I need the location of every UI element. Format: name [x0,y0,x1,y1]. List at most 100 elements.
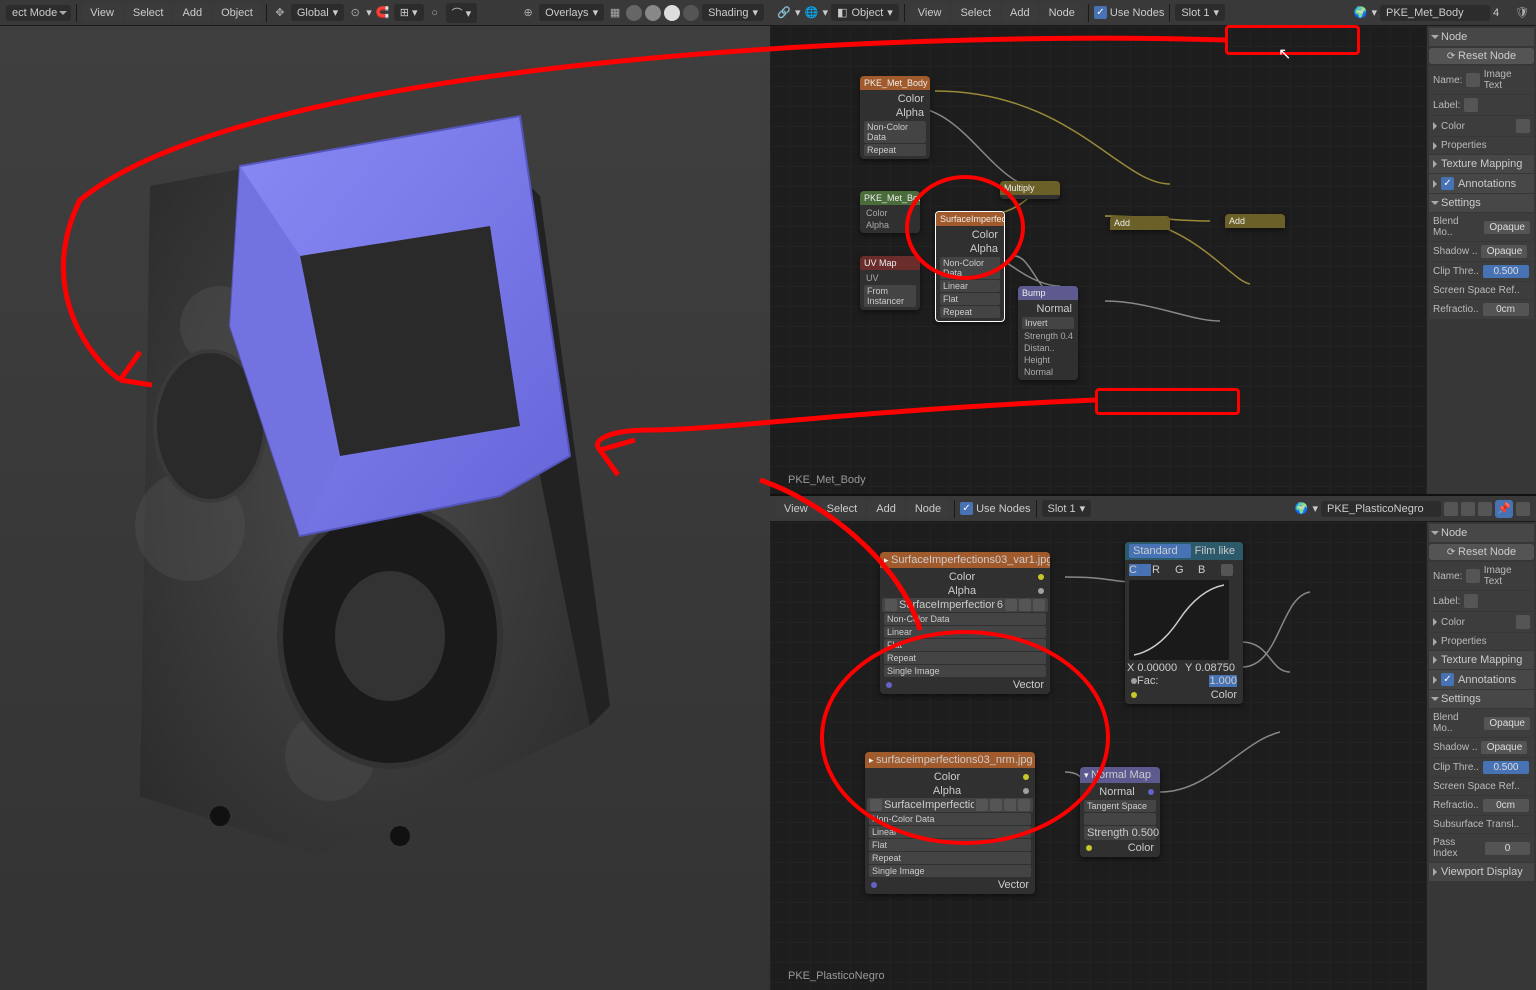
node-graph-bottom[interactable]: ▸ SurfaceImperfections03_var1.jpg Color … [770,522,1536,990]
node-add[interactable]: Add [1110,216,1170,230]
label-icon[interactable] [1464,98,1478,112]
slot-dropdown-2[interactable]: Slot 1 ▾ [1042,500,1092,517]
new-icon[interactable] [1444,502,1458,516]
gizmo-icon[interactable]: ⊕ [520,5,536,21]
use-nodes-check[interactable] [1094,6,1107,19]
slot-dropdown[interactable]: Slot 1 ▾ [1175,4,1225,21]
unlink-icon[interactable] [1018,799,1030,811]
ch-r[interactable]: R [1152,564,1174,576]
shading-dropdown[interactable]: Shading ▾ [702,4,764,21]
pin-icon[interactable]: 📌 [1495,500,1513,518]
node-imgtex-body[interactable]: PKE_Met_Body Color Alpha Non-Color Data … [860,76,930,159]
proportional-dropdown[interactable]: ⌒ ▾ [446,3,478,23]
list-icon[interactable] [1516,119,1530,133]
node-imgtex-small[interactable]: PKE_Met_Body ColorAlpha [860,191,920,233]
menu-add[interactable]: Add [174,4,210,22]
overlays-dropdown[interactable]: Overlays ▾ [539,4,604,21]
material-name-2[interactable]: PKE_PlasticoNegro [1321,501,1441,517]
viewport-3d[interactable] [0,26,770,990]
interp-dropdown[interactable]: Linear [884,626,1046,638]
sect-node[interactable]: Node [1441,31,1467,43]
node-add2[interactable]: Add [1225,214,1285,228]
sect-color[interactable]: Color [1441,121,1465,132]
ne2-select[interactable]: Select [819,500,866,518]
use-nodes-check-2[interactable] [960,502,973,515]
orientation-dropdown[interactable]: Global ▾ [291,4,344,21]
extension-dropdown[interactable]: Repeat [884,652,1046,664]
snap-dropdown[interactable]: ⊞ ▾ [394,4,424,21]
unlink-icon[interactable] [1033,599,1045,611]
open-icon[interactable] [990,799,1002,811]
shading-lookdev-icon[interactable] [664,5,680,21]
menu-view[interactable]: View [82,4,122,22]
ne-view[interactable]: View [910,4,950,22]
node-normal-map[interactable]: ▾ Normal Map Normal Tangent Space Streng… [1080,767,1160,857]
folder-icon[interactable] [1019,599,1031,611]
sect-properties[interactable]: Properties [1441,140,1487,151]
editor-type-icon[interactable]: 🔗 [776,5,792,21]
world-icon-2[interactable]: 🌍 [1293,501,1309,517]
clip-threshold[interactable]: 0.500 [1483,265,1529,278]
sect-settings[interactable]: Settings [1441,197,1481,209]
node-uvmap[interactable]: UV Map UVFrom Instancer [860,256,920,310]
reset-node-button-2[interactable]: ⟳ Reset Node [1429,544,1534,560]
source-dropdown[interactable]: Single Image [884,665,1046,677]
shield-icon[interactable]: 🛡 [1514,5,1530,21]
xray-icon[interactable]: ▦ [607,5,623,21]
reset-node-button[interactable]: ⟳ Reset Node [1429,48,1534,64]
tools-icon[interactable] [1221,564,1233,576]
cursor-icon[interactable]: ✥ [272,5,288,21]
del-icon[interactable] [1478,502,1492,516]
curve-y[interactable]: Y 0.08750 [1185,662,1241,674]
curve-x[interactable]: X 0.00000 [1127,662,1183,674]
refraction[interactable]: 0cm [1483,303,1529,316]
ne-select[interactable]: Select [952,4,999,22]
menu-select[interactable]: Select [125,4,172,22]
shading-rendered-icon[interactable] [683,5,699,21]
ne-node[interactable]: Node [1041,4,1083,22]
material-users[interactable]: 4 [1493,7,1511,19]
graph-label-bottom: PKE_PlasticoNegro [788,970,885,982]
ne2-add[interactable]: Add [868,500,904,518]
node-bump[interactable]: Bump Normal Invert Strength 0.4 Distan..… [1018,286,1078,380]
node-graph-top[interactable]: PKE_Met_Body Color Alpha Non-Color Data … [770,26,1536,494]
shadow-mode[interactable]: Opaque [1481,245,1527,258]
object-mode-dropdown[interactable]: ◧ Object ▾ [831,4,899,21]
pivot-icon[interactable]: ⊙ [347,5,363,21]
name-field[interactable]: Image Text [1484,69,1530,91]
shading-wire-icon[interactable] [626,5,642,21]
sect-texmap[interactable]: Texture Mapping [1441,158,1522,170]
dup-icon[interactable] [1461,502,1475,516]
world-icon[interactable]: 🌍 [1352,5,1368,21]
shader-type-icon[interactable]: 🌐 [804,5,820,21]
blend-mode[interactable]: Opaque [1484,221,1530,234]
material-name[interactable]: PKE_Met_Body [1380,5,1490,21]
projection-dropdown[interactable]: Flat [884,639,1046,651]
node-imgtex2[interactable]: SurfaceImperfectio.. Color Alpha Non-Col… [935,211,1005,322]
ssr-row[interactable]: Screen Space Ref.. [1433,285,1520,296]
snap-icon[interactable]: 🧲 [375,5,391,21]
ne2-node[interactable]: Node [907,500,949,518]
proportional-icon[interactable]: ○ [427,5,443,21]
ch-g[interactable]: G [1175,564,1197,576]
node-multiply[interactable]: Multiply [1000,181,1060,199]
ch-b[interactable]: B [1198,564,1220,576]
node-imgtex-var1[interactable]: ▸ SurfaceImperfections03_var1.jpg Color … [880,552,1050,694]
shading-solid-icon[interactable] [645,5,661,21]
node-imgtex-nrm[interactable]: ▸ surfaceimperfections03_nrm.jpg Color A… [865,752,1035,894]
ne2-view[interactable]: View [776,500,816,518]
colorspace-dropdown[interactable]: Non-Color Data [884,613,1046,625]
curve-widget[interactable] [1129,580,1229,660]
sidebar-top: Node ⟳ Reset Node Name:Image Text Label:… [1426,26,1536,494]
sidebar-bottom: Node ⟳ Reset Node Name:Image Text Label:… [1426,522,1536,990]
ne-add[interactable]: Add [1002,4,1038,22]
dup-icon[interactable] [976,799,988,811]
node-curves[interactable]: StandardFilm like C R G B X 0.00000Y 0.0… [1125,542,1243,704]
ch-c[interactable]: C [1129,564,1151,576]
open-icon[interactable] [1005,599,1017,611]
annotations-check[interactable] [1441,177,1454,190]
mode-dropdown[interactable]: ect Mode [6,5,71,21]
menu-object[interactable]: Object [213,4,261,22]
folder-icon[interactable] [1004,799,1016,811]
grease-icon[interactable] [1516,502,1530,516]
